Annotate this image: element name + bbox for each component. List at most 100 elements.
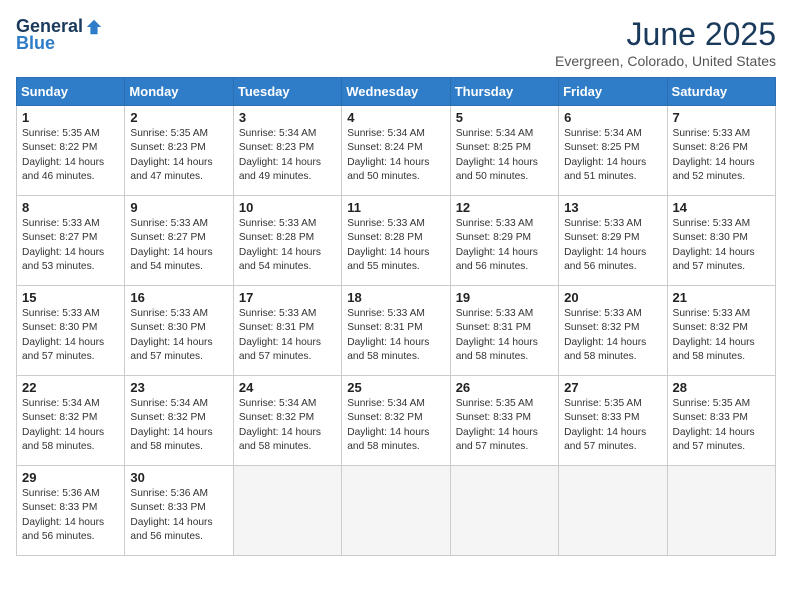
list-item xyxy=(450,466,558,556)
list-item: 5 Sunrise: 5:34 AMSunset: 8:25 PMDayligh… xyxy=(450,106,558,196)
list-item: 8 Sunrise: 5:33 AMSunset: 8:27 PMDayligh… xyxy=(17,196,125,286)
day-number: 14 xyxy=(673,200,770,215)
day-number: 28 xyxy=(673,380,770,395)
day-number: 23 xyxy=(130,380,227,395)
cell-details: Sunrise: 5:33 AMSunset: 8:28 PMDaylight:… xyxy=(239,218,321,272)
day-number: 10 xyxy=(239,200,336,215)
list-item: 18 Sunrise: 5:33 AMSunset: 8:31 PMDaylig… xyxy=(342,286,450,376)
calendar-body: 1 Sunrise: 5:35 AMSunset: 8:22 PMDayligh… xyxy=(17,106,776,556)
cell-details: Sunrise: 5:33 AMSunset: 8:31 PMDaylight:… xyxy=(239,308,321,362)
cell-details: Sunrise: 5:33 AMSunset: 8:26 PMDaylight:… xyxy=(673,128,755,182)
cell-details: Sunrise: 5:35 AMSunset: 8:33 PMDaylight:… xyxy=(564,398,646,452)
cell-details: Sunrise: 5:34 AMSunset: 8:32 PMDaylight:… xyxy=(22,398,104,452)
day-number: 18 xyxy=(347,290,444,305)
list-item: 1 Sunrise: 5:35 AMSunset: 8:22 PMDayligh… xyxy=(17,106,125,196)
list-item: 11 Sunrise: 5:33 AMSunset: 8:28 PMDaylig… xyxy=(342,196,450,286)
day-number: 9 xyxy=(130,200,227,215)
list-item: 28 Sunrise: 5:35 AMSunset: 8:33 PMDaylig… xyxy=(667,376,775,466)
list-item: 22 Sunrise: 5:34 AMSunset: 8:32 PMDaylig… xyxy=(17,376,125,466)
cell-details: Sunrise: 5:33 AMSunset: 8:30 PMDaylight:… xyxy=(673,218,755,272)
cell-details: Sunrise: 5:36 AMSunset: 8:33 PMDaylight:… xyxy=(130,488,212,542)
day-number: 2 xyxy=(130,110,227,125)
cell-details: Sunrise: 5:35 AMSunset: 8:33 PMDaylight:… xyxy=(456,398,538,452)
cell-details: Sunrise: 5:33 AMSunset: 8:31 PMDaylight:… xyxy=(347,308,429,362)
logo-icon xyxy=(85,18,103,36)
cell-details: Sunrise: 5:34 AMSunset: 8:25 PMDaylight:… xyxy=(456,128,538,182)
table-row: 15 Sunrise: 5:33 AMSunset: 8:30 PMDaylig… xyxy=(17,286,776,376)
cell-details: Sunrise: 5:33 AMSunset: 8:29 PMDaylight:… xyxy=(456,218,538,272)
title-area: June 2025 Evergreen, Colorado, United St… xyxy=(555,16,776,69)
list-item: 20 Sunrise: 5:33 AMSunset: 8:32 PMDaylig… xyxy=(559,286,667,376)
month-title: June 2025 xyxy=(555,16,776,53)
col-thursday: Thursday xyxy=(450,78,558,106)
day-number: 27 xyxy=(564,380,661,395)
calendar-header-row: Sunday Monday Tuesday Wednesday Thursday… xyxy=(17,78,776,106)
list-item: 15 Sunrise: 5:33 AMSunset: 8:30 PMDaylig… xyxy=(17,286,125,376)
cell-details: Sunrise: 5:33 AMSunset: 8:32 PMDaylight:… xyxy=(673,308,755,362)
cell-details: Sunrise: 5:36 AMSunset: 8:33 PMDaylight:… xyxy=(22,488,104,542)
logo: General Blue xyxy=(16,16,103,54)
col-sunday: Sunday xyxy=(17,78,125,106)
col-tuesday: Tuesday xyxy=(233,78,341,106)
cell-details: Sunrise: 5:33 AMSunset: 8:32 PMDaylight:… xyxy=(564,308,646,362)
list-item xyxy=(342,466,450,556)
col-wednesday: Wednesday xyxy=(342,78,450,106)
list-item: 19 Sunrise: 5:33 AMSunset: 8:31 PMDaylig… xyxy=(450,286,558,376)
location-title: Evergreen, Colorado, United States xyxy=(555,53,776,69)
day-number: 11 xyxy=(347,200,444,215)
col-monday: Monday xyxy=(125,78,233,106)
list-item: 3 Sunrise: 5:34 AMSunset: 8:23 PMDayligh… xyxy=(233,106,341,196)
day-number: 5 xyxy=(456,110,553,125)
list-item: 21 Sunrise: 5:33 AMSunset: 8:32 PMDaylig… xyxy=(667,286,775,376)
list-item: 30 Sunrise: 5:36 AMSunset: 8:33 PMDaylig… xyxy=(125,466,233,556)
list-item: 23 Sunrise: 5:34 AMSunset: 8:32 PMDaylig… xyxy=(125,376,233,466)
cell-details: Sunrise: 5:33 AMSunset: 8:30 PMDaylight:… xyxy=(130,308,212,362)
day-number: 22 xyxy=(22,380,119,395)
cell-details: Sunrise: 5:34 AMSunset: 8:25 PMDaylight:… xyxy=(564,128,646,182)
day-number: 21 xyxy=(673,290,770,305)
list-item: 17 Sunrise: 5:33 AMSunset: 8:31 PMDaylig… xyxy=(233,286,341,376)
list-item: 9 Sunrise: 5:33 AMSunset: 8:27 PMDayligh… xyxy=(125,196,233,286)
list-item: 16 Sunrise: 5:33 AMSunset: 8:30 PMDaylig… xyxy=(125,286,233,376)
col-saturday: Saturday xyxy=(667,78,775,106)
day-number: 6 xyxy=(564,110,661,125)
day-number: 13 xyxy=(564,200,661,215)
day-number: 20 xyxy=(564,290,661,305)
cell-details: Sunrise: 5:33 AMSunset: 8:29 PMDaylight:… xyxy=(564,218,646,272)
list-item: 24 Sunrise: 5:34 AMSunset: 8:32 PMDaylig… xyxy=(233,376,341,466)
table-row: 22 Sunrise: 5:34 AMSunset: 8:32 PMDaylig… xyxy=(17,376,776,466)
list-item: 27 Sunrise: 5:35 AMSunset: 8:33 PMDaylig… xyxy=(559,376,667,466)
cell-details: Sunrise: 5:34 AMSunset: 8:32 PMDaylight:… xyxy=(239,398,321,452)
day-number: 4 xyxy=(347,110,444,125)
day-number: 29 xyxy=(22,470,119,485)
list-item: 6 Sunrise: 5:34 AMSunset: 8:25 PMDayligh… xyxy=(559,106,667,196)
day-number: 1 xyxy=(22,110,119,125)
cell-details: Sunrise: 5:33 AMSunset: 8:27 PMDaylight:… xyxy=(22,218,104,272)
day-number: 25 xyxy=(347,380,444,395)
list-item: 10 Sunrise: 5:33 AMSunset: 8:28 PMDaylig… xyxy=(233,196,341,286)
logo-blue: Blue xyxy=(16,33,55,54)
day-number: 7 xyxy=(673,110,770,125)
list-item: 25 Sunrise: 5:34 AMSunset: 8:32 PMDaylig… xyxy=(342,376,450,466)
day-number: 26 xyxy=(456,380,553,395)
list-item: 12 Sunrise: 5:33 AMSunset: 8:29 PMDaylig… xyxy=(450,196,558,286)
table-row: 8 Sunrise: 5:33 AMSunset: 8:27 PMDayligh… xyxy=(17,196,776,286)
table-row: 1 Sunrise: 5:35 AMSunset: 8:22 PMDayligh… xyxy=(17,106,776,196)
day-number: 19 xyxy=(456,290,553,305)
day-number: 8 xyxy=(22,200,119,215)
cell-details: Sunrise: 5:34 AMSunset: 8:23 PMDaylight:… xyxy=(239,128,321,182)
calendar: Sunday Monday Tuesday Wednesday Thursday… xyxy=(16,77,776,556)
list-item: 26 Sunrise: 5:35 AMSunset: 8:33 PMDaylig… xyxy=(450,376,558,466)
list-item: 29 Sunrise: 5:36 AMSunset: 8:33 PMDaylig… xyxy=(17,466,125,556)
table-row: 29 Sunrise: 5:36 AMSunset: 8:33 PMDaylig… xyxy=(17,466,776,556)
cell-details: Sunrise: 5:34 AMSunset: 8:24 PMDaylight:… xyxy=(347,128,429,182)
list-item xyxy=(667,466,775,556)
list-item xyxy=(559,466,667,556)
list-item: 4 Sunrise: 5:34 AMSunset: 8:24 PMDayligh… xyxy=(342,106,450,196)
day-number: 17 xyxy=(239,290,336,305)
cell-details: Sunrise: 5:33 AMSunset: 8:28 PMDaylight:… xyxy=(347,218,429,272)
cell-details: Sunrise: 5:34 AMSunset: 8:32 PMDaylight:… xyxy=(130,398,212,452)
list-item xyxy=(233,466,341,556)
header: General Blue June 2025 Evergreen, Colora… xyxy=(16,16,776,69)
day-number: 30 xyxy=(130,470,227,485)
